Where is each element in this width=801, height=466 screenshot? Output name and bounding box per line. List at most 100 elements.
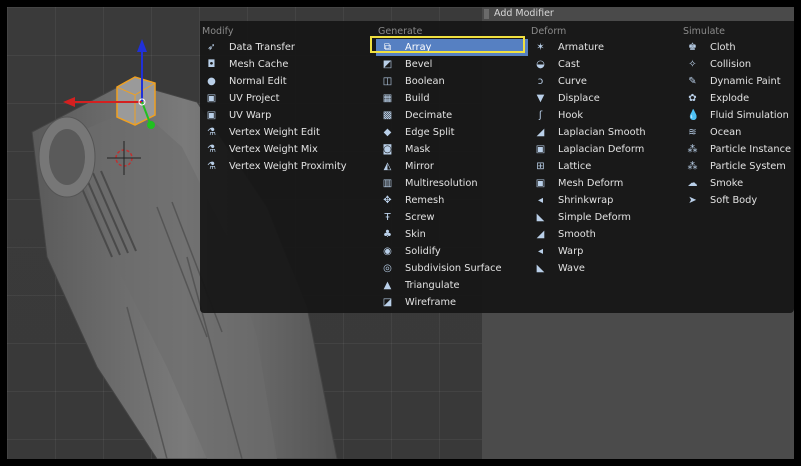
menu-item-hook[interactable]: ʃ Hook bbox=[529, 107, 679, 124]
fluid-simulation-icon: 💧 bbox=[687, 110, 700, 121]
screw-icon: Ŧ bbox=[384, 212, 391, 223]
menu-item-edge-split[interactable]: ◆ Edge Split bbox=[376, 124, 528, 141]
menu-item-wave[interactable]: ◣ Wave bbox=[529, 260, 679, 277]
mirror-icon: ◭ bbox=[383, 161, 392, 172]
menu-item-label: Vertex Weight Edit bbox=[229, 127, 320, 138]
menu-item-label: Mirror bbox=[405, 161, 434, 172]
smooth-icon: ◢ bbox=[536, 229, 545, 240]
menu-item-label: Triangulate bbox=[405, 280, 460, 291]
screenshot-frame: Add Modifier Modify ➶ Data Transfer ◘ Mesh C… bbox=[0, 0, 801, 466]
menu-item-explode[interactable]: ✿ Explode bbox=[681, 90, 794, 107]
menu-column-simulate: Simulate ♚ Cloth ✧ Collision ✎ Dynamic Paint ✿ E… bbox=[681, 25, 794, 209]
editor-header: Add Modifier bbox=[482, 7, 794, 21]
menu-item-collision[interactable]: ✧ Collision bbox=[681, 56, 794, 73]
menu-item-mesh-cache[interactable]: ◘ Mesh Cache bbox=[200, 56, 370, 73]
3d-viewport[interactable]: Add Modifier Modify ➶ Data Transfer ◘ Mesh C… bbox=[7, 7, 794, 459]
column-header: Simulate bbox=[683, 26, 725, 37]
menu-item-decimate[interactable]: ▩ Decimate bbox=[376, 107, 528, 124]
menu-item-vertex-weight-edit[interactable]: ⚗ Vertex Weight Edit bbox=[200, 124, 370, 141]
soft-body-icon: ➤ bbox=[688, 195, 697, 206]
menu-item-cast[interactable]: ◒ Cast bbox=[529, 56, 679, 73]
simple-deform-icon: ◣ bbox=[536, 212, 545, 223]
menu-item-laplacian-smooth[interactable]: ◢ Laplacian Smooth bbox=[529, 124, 679, 141]
menu-item-smooth[interactable]: ◢ Smooth bbox=[529, 226, 679, 243]
menu-item-multiresolution[interactable]: ▥ Multiresolution bbox=[376, 175, 528, 192]
menu-item-screw[interactable]: Ŧ Screw bbox=[376, 209, 528, 226]
mask-icon: ◙ bbox=[382, 144, 393, 155]
collision-icon: ✧ bbox=[688, 59, 697, 70]
hook-icon: ʃ bbox=[538, 110, 543, 121]
menu-item-uv-project[interactable]: ▣ UV Project bbox=[200, 90, 370, 107]
menu-item-label: Displace bbox=[558, 93, 600, 104]
menu-item-label: Bevel bbox=[405, 59, 433, 70]
particle-system-icon: ⁂ bbox=[687, 161, 698, 172]
menu-item-curve[interactable]: ↄ Curve bbox=[529, 73, 679, 90]
displace-icon: ▼ bbox=[536, 93, 545, 104]
multiresolution-icon: ▥ bbox=[382, 178, 393, 189]
menu-item-normal-edit[interactable]: ● Normal Edit bbox=[200, 73, 370, 90]
menu-item-vertex-weight-mix[interactable]: ⚗ Vertex Weight Mix bbox=[200, 141, 370, 158]
menu-item-label: Lattice bbox=[558, 161, 592, 172]
menu-item-label: Fluid Simulation bbox=[710, 110, 789, 121]
menu-item-lattice[interactable]: ⊞ Lattice bbox=[529, 158, 679, 175]
menu-item-label: UV Warp bbox=[229, 110, 272, 121]
menu-item-solidify[interactable]: ◉ Solidify bbox=[376, 243, 528, 260]
menu-item-mirror[interactable]: ◭ Mirror bbox=[376, 158, 528, 175]
menu-item-particle-instance[interactable]: ⁂ Particle Instance bbox=[681, 141, 794, 158]
menu-item-label: Screw bbox=[405, 212, 435, 223]
menu-item-build[interactable]: ▦ Build bbox=[376, 90, 528, 107]
menu-item-warp[interactable]: ◂ Warp bbox=[529, 243, 679, 260]
ocean-icon: ≋ bbox=[688, 127, 697, 138]
menu-item-simple-deform[interactable]: ◣ Simple Deform bbox=[529, 209, 679, 226]
menu-item-dynamic-paint[interactable]: ✎ Dynamic Paint bbox=[681, 73, 794, 90]
mesh-deform-icon: ▣ bbox=[535, 178, 546, 189]
menu-item-uv-warp[interactable]: ▣ UV Warp bbox=[200, 107, 370, 124]
menu-item-laplacian-deform[interactable]: ▣ Laplacian Deform bbox=[529, 141, 679, 158]
subdivision-surface-icon: ◎ bbox=[383, 263, 392, 274]
array-callout-box bbox=[370, 36, 525, 53]
menu-item-label: Dynamic Paint bbox=[710, 76, 781, 87]
menu-item-boolean[interactable]: ◫ Boolean bbox=[376, 73, 528, 90]
menu-item-label: Particle System bbox=[710, 161, 786, 172]
menu-title: Add Modifier bbox=[494, 8, 554, 19]
menu-item-ocean[interactable]: ≋ Ocean bbox=[681, 124, 794, 141]
menu-item-triangulate[interactable]: ▲ Triangulate bbox=[376, 277, 528, 294]
menu-item-label: Ocean bbox=[710, 127, 742, 138]
menu-item-subdivision-surface[interactable]: ◎ Subdivision Surface bbox=[376, 260, 528, 277]
menu-item-bevel[interactable]: ◩ Bevel bbox=[376, 56, 528, 73]
menu-item-data-transfer[interactable]: ➶ Data Transfer bbox=[200, 39, 370, 56]
menu-item-mask[interactable]: ◙ Mask bbox=[376, 141, 528, 158]
menu-item-vertex-weight-proximity[interactable]: ⚗ Vertex Weight Proximity bbox=[200, 158, 370, 175]
dynamic-paint-icon: ✎ bbox=[688, 76, 697, 87]
menu-item-label: Collision bbox=[710, 59, 752, 70]
menu-item-armature[interactable]: ✶ Armature bbox=[529, 39, 679, 56]
menu-item-mesh-deform[interactable]: ▣ Mesh Deform bbox=[529, 175, 679, 192]
menu-item-remesh[interactable]: ✥ Remesh bbox=[376, 192, 528, 209]
menu-item-label: Laplacian Deform bbox=[558, 144, 645, 155]
menu-column-modify: Modify ➶ Data Transfer ◘ Mesh Cache ● Normal E… bbox=[200, 25, 370, 175]
menu-item-shrinkwrap[interactable]: ◂ Shrinkwrap bbox=[529, 192, 679, 209]
menu-item-label: Particle Instance bbox=[710, 144, 791, 155]
cloth-icon: ♚ bbox=[688, 42, 697, 53]
vertex-weight-mix-icon: ⚗ bbox=[207, 144, 216, 155]
menu-item-fluid-simulation[interactable]: 💧 Fluid Simulation bbox=[681, 107, 794, 124]
menu-item-skin[interactable]: ♣ Skin bbox=[376, 226, 528, 243]
mesh-cache-icon: ◘ bbox=[207, 59, 216, 70]
skin-icon: ♣ bbox=[383, 229, 392, 240]
header-grip-handle[interactable] bbox=[484, 9, 489, 19]
menu-item-label: Laplacian Smooth bbox=[558, 127, 646, 138]
menu-item-particle-system[interactable]: ⁂ Particle System bbox=[681, 158, 794, 175]
menu-item-label: Wave bbox=[558, 263, 585, 274]
menu-item-wireframe[interactable]: ◪ Wireframe bbox=[376, 294, 528, 311]
particle-instance-icon: ⁂ bbox=[687, 144, 698, 155]
menu-item-displace[interactable]: ▼ Displace bbox=[529, 90, 679, 107]
menu-item-soft-body[interactable]: ➤ Soft Body bbox=[681, 192, 794, 209]
warp-icon: ◂ bbox=[537, 246, 544, 257]
menu-item-cloth[interactable]: ♚ Cloth bbox=[681, 39, 794, 56]
vertex-weight-edit-icon: ⚗ bbox=[207, 127, 216, 138]
bevel-icon: ◩ bbox=[382, 59, 393, 70]
menu-item-label: Vertex Weight Mix bbox=[229, 144, 318, 155]
menu-item-label: Armature bbox=[558, 42, 604, 53]
cast-icon: ◒ bbox=[536, 59, 545, 70]
menu-item-smoke[interactable]: ☁ Smoke bbox=[681, 175, 794, 192]
